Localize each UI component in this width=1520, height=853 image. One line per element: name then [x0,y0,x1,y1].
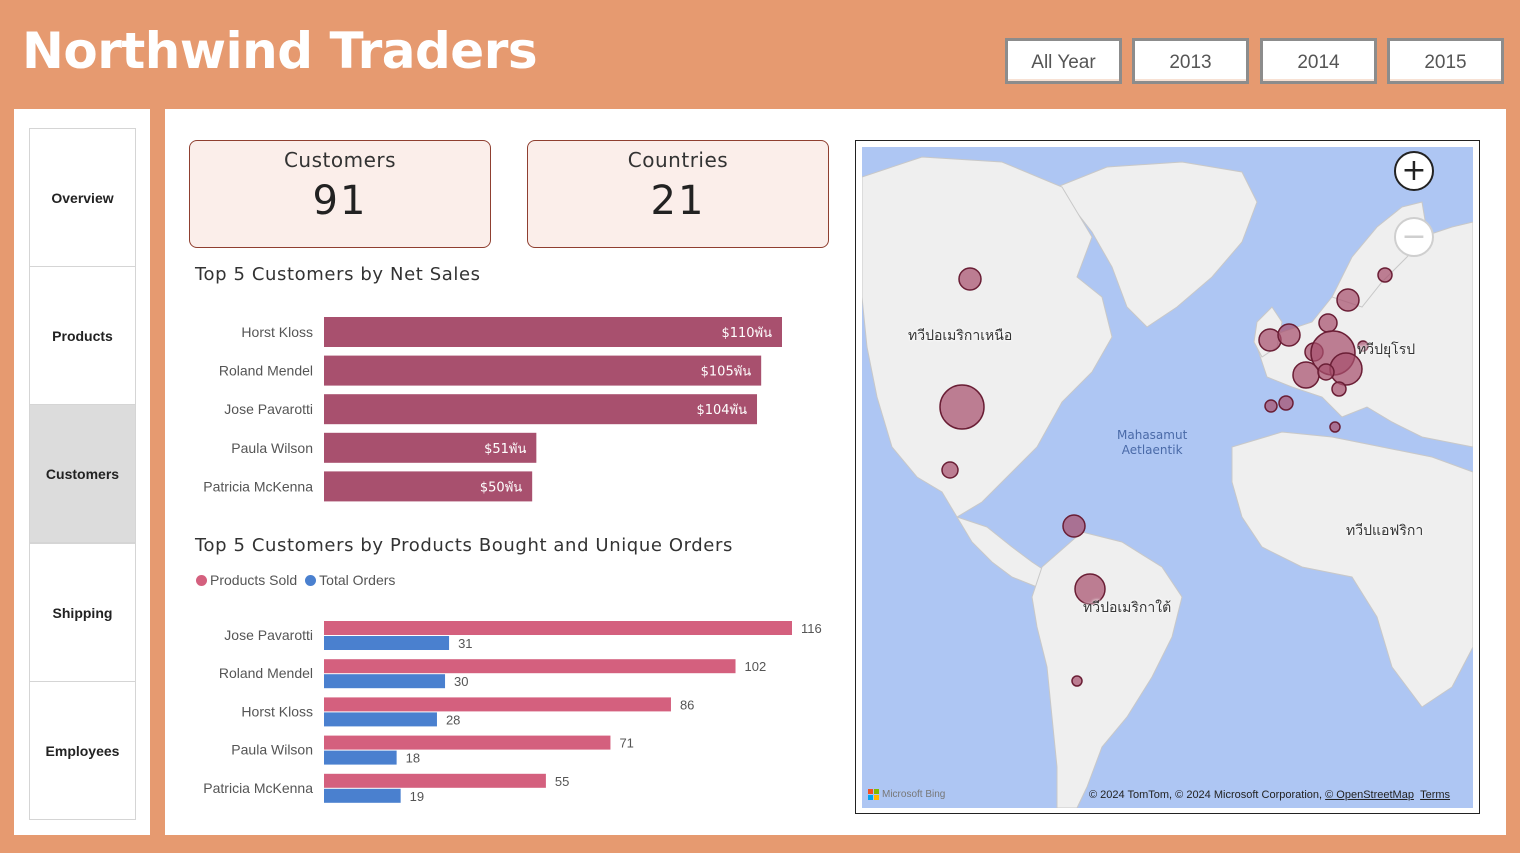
map-bubble-layer [939,267,1393,687]
map-bubble-3 [941,461,959,479]
map-bubble-17 [1317,363,1335,381]
nav-item-customers[interactable]: Customers [29,404,136,543]
ocean-label-line-2: Aetlaentik [1121,443,1183,457]
map-canvas[interactable]: ทวีปอเมริกาเหนือ ทวีปยุโรป ทวีปแอฟริกา ท… [862,147,1473,808]
products-sold-bar-patricia-mckenna [324,773,546,788]
products-sold-value-jose-pavarotti: 116 [801,621,822,636]
map-bubble-12 [1377,267,1393,283]
openstreetmap-link[interactable]: © OpenStreetMap [1325,789,1414,801]
map-bubble-20 [1264,399,1278,413]
africa-label: ทวีปแอฟริกา [1346,523,1424,539]
nav-item-products[interactable]: Products [29,266,136,405]
plus-icon: + [1401,153,1427,188]
map-terms-link[interactable]: Terms [1420,789,1450,801]
year-filter-2015[interactable]: 2015 [1387,38,1504,84]
products-orders-category-horst-kloss: Horst Kloss [241,703,313,719]
bing-logo: Microsoft Bing [868,789,945,800]
total-orders-value-horst-kloss: 28 [446,712,460,727]
south-america-label: ทวีปอเมริกาใต้ [1083,600,1172,616]
zoom-in-button[interactable]: + [1394,151,1434,191]
products-sold-value-horst-kloss: 86 [680,697,694,712]
products-orders-category-patricia-mckenna: Patricia McKenna [203,780,313,796]
products-sold-bar-jose-pavarotti [324,621,792,635]
products-sold-value-roland-mendel: 102 [745,659,767,674]
map-attribution-text: © 2024 TomTom, © 2024 Microsoft Corporat… [1089,789,1323,801]
products-orders-chart: Jose Pavarotti 116 31 Roland Mendel 102 30 Hor… [203,621,822,804]
year-filter-2013[interactable]: 2013 [1132,38,1249,84]
total-orders-value-jose-pavarotti: 31 [458,636,472,651]
total-orders-bar-paula-wilson [324,750,397,765]
products-orders-category-paula-wilson: Paula Wilson [231,742,313,758]
map-bubble-11 [1336,288,1360,312]
ocean-label-line-1: Mahasamut [1117,428,1188,442]
nav-item-shipping[interactable]: Shipping [29,543,136,682]
total-orders-bar-roland-mendel [324,674,446,689]
products-sold-bar-roland-mendel [324,659,736,674]
products-sold-value-paula-wilson: 71 [619,736,633,751]
total-orders-bar-jose-pavarotti [324,636,450,650]
map-bubble-19 [1278,395,1294,411]
north-america-label: ทวีปอเมริกาเหนือ [908,328,1013,344]
products-sold-bar-horst-kloss [324,697,671,712]
map-bubble-6 [1071,675,1083,687]
nav-panel: Overview Products Customers Shipping Emp… [14,109,150,835]
products-orders-category-roland-mendel: Roland Mendel [219,665,313,681]
map-bubble-1 [958,267,982,291]
microsoft-logo-icon [868,789,879,800]
main-panel: Customers 91 Countries 21 Top 5 Customer… [165,109,1506,835]
customer-map[interactable]: ทวีปอเมริกาเหนือ ทวีปยุโรป ทวีปแอฟริกา ท… [855,140,1480,814]
total-orders-bar-patricia-mckenna [324,788,401,803]
products-sold-value-patricia-mckenna: 55 [555,774,569,789]
map-attribution: © 2024 TomTom, © 2024 Microsoft Corporat… [1089,789,1450,801]
map-bubble-4 [1062,514,1086,538]
total-orders-bar-horst-kloss [324,712,437,727]
app-title: Northwind Traders [22,22,538,80]
map-bubble-10 [1329,421,1341,433]
products-orders-category-jose-pavarotti: Jose Pavarotti [224,627,313,643]
products-sold-bar-paula-wilson [324,735,611,750]
year-filter-2014[interactable]: 2014 [1260,38,1377,84]
map-bubble-9 [1318,313,1338,333]
map-provider-label: Microsoft Bing [882,789,946,800]
map-bubble-18 [1331,381,1347,397]
map-bubble-8 [1277,323,1301,347]
europe-label: ทวีปยุโรป [1357,342,1416,358]
zoom-out-button[interactable]: − [1394,217,1434,257]
total-orders-value-roland-mendel: 30 [454,674,468,689]
total-orders-value-paula-wilson: 18 [406,751,420,766]
minus-icon: − [1401,219,1427,254]
map-bubble-2 [939,384,985,430]
total-orders-value-patricia-mckenna: 19 [410,789,424,804]
nav-item-overview[interactable]: Overview [29,128,136,267]
nav-item-employees[interactable]: Employees [29,681,136,820]
atlantic-ocean-label: Mahasamut Aetlaentik [1117,428,1187,458]
map-bubble-15 [1292,361,1320,389]
year-filter-all[interactable]: All Year [1005,38,1122,84]
